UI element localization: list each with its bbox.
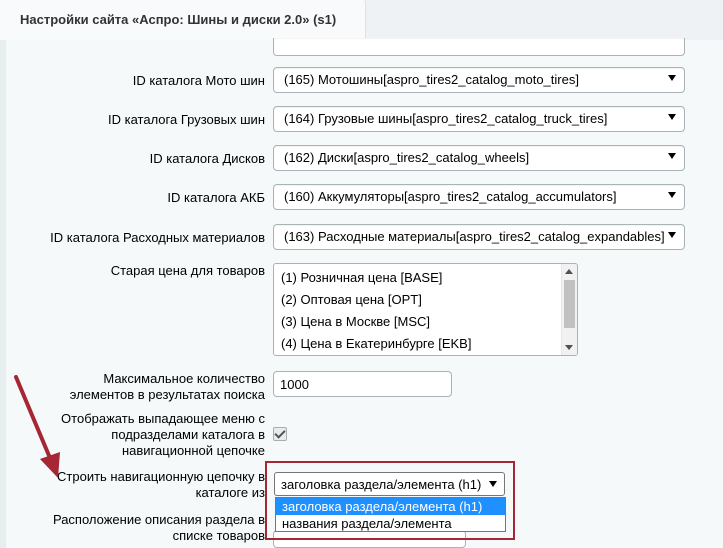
chevron-down-icon xyxy=(668,75,676,81)
scrollbar-thumb[interactable] xyxy=(564,280,575,328)
label-truck-catalog: ID каталога Грузовых шин xyxy=(108,112,265,127)
chevron-down-icon xyxy=(668,232,676,238)
tab-title: Настройки сайта «Аспро: Шины и диски 2.0… xyxy=(20,12,337,27)
dropdown-option[interactable]: названия раздела/элемента xyxy=(276,515,505,532)
chevron-down-icon xyxy=(668,192,676,198)
chevron-down-icon xyxy=(489,481,497,487)
label-line: списке товаров xyxy=(172,528,265,543)
label-line: навигационной цепочке xyxy=(121,443,265,458)
select-akb-catalog[interactable]: (160) Аккумуляторы[aspro_tires2_catalog_… xyxy=(273,184,685,210)
dropdown-menu-checkbox[interactable] xyxy=(273,427,287,441)
breadcrumb-source-select[interactable]: заголовка раздела/элемента (h1) xyxy=(274,472,505,496)
label-line: Максимальное количество xyxy=(103,371,265,386)
label-akb-catalog: ID каталога АКБ xyxy=(167,190,265,205)
scrollbar[interactable] xyxy=(561,264,577,355)
label-dropdown-menu: Отображать выпадающее меню с подразделам… xyxy=(35,411,265,459)
label-line: подразделами каталога в xyxy=(111,427,265,442)
select-truck-catalog[interactable]: (164) Грузовые шины[aspro_tires2_catalog… xyxy=(273,106,685,132)
hidden-top-select[interactable] xyxy=(273,38,685,56)
label-line: Строить навигационную цепочку в xyxy=(57,469,265,484)
select-truck-value: (164) Грузовые шины[aspro_tires2_catalog… xyxy=(284,111,608,126)
max-results-input[interactable]: 1000 xyxy=(273,371,452,397)
label-old-price: Старая цена для товаров xyxy=(110,263,265,278)
label-line: каталоге из xyxy=(195,485,265,500)
select-wheels-value: (162) Диски[aspro_tires2_catalog_wheels] xyxy=(284,150,530,165)
list-option[interactable]: (2) Оптовая цена [OPT] xyxy=(281,292,422,307)
select-expendables-value: (163) Расходные материалы[aspro_tires2_c… xyxy=(284,229,665,244)
label-line: элементов в результатах поиска xyxy=(69,387,265,402)
tab-bar: Настройки сайта «Аспро: Шины и диски 2.0… xyxy=(0,0,723,40)
breadcrumb-source-value: заголовка раздела/элемента (h1) xyxy=(281,477,482,492)
select-moto-value: (165) Мотошины[aspro_tires2_catalog_moto… xyxy=(284,72,579,87)
chevron-down-icon xyxy=(668,114,676,120)
label-expendables-catalog: ID каталога Расходных материалов xyxy=(50,230,265,245)
chevron-down-icon xyxy=(668,153,676,159)
label-line: Расположение описания раздела в xyxy=(52,512,265,527)
scroll-up-icon[interactable] xyxy=(565,269,573,274)
list-option[interactable]: (1) Розничная цена [BASE] xyxy=(281,270,442,285)
label-moto-catalog: ID каталога Мото шин xyxy=(132,73,265,88)
label-section-description: Расположение описания раздела в списке т… xyxy=(35,512,265,544)
dropdown-option-selected[interactable]: заголовка раздела/элемента (h1) xyxy=(276,498,505,515)
select-akb-value: (160) Аккумуляторы[aspro_tires2_catalog_… xyxy=(284,189,617,204)
select-expendables-catalog[interactable]: (163) Расходные материалы[aspro_tires2_c… xyxy=(273,224,685,250)
label-wheels-catalog: ID каталога Дисков xyxy=(149,151,265,166)
left-strip xyxy=(0,40,6,548)
select-wheels-catalog[interactable]: (162) Диски[aspro_tires2_catalog_wheels] xyxy=(273,145,685,171)
tab-site-settings[interactable]: Настройки сайта «Аспро: Шины и диски 2.0… xyxy=(0,0,366,40)
old-price-listbox[interactable]: (1) Розничная цена [BASE] (2) Оптовая це… xyxy=(273,263,578,356)
scroll-down-icon[interactable] xyxy=(565,345,573,350)
label-max-results: Максимальное количество элементов в резу… xyxy=(45,371,265,403)
select-moto-catalog[interactable]: (165) Мотошины[aspro_tires2_catalog_moto… xyxy=(273,67,685,93)
label-breadcrumb-source: Строить навигационную цепочку в каталоге… xyxy=(35,469,265,501)
list-option[interactable]: (3) Цена в Москве [MSC] xyxy=(281,314,430,329)
label-line: Отображать выпадающее меню с xyxy=(61,411,265,426)
breadcrumb-source-options: заголовка раздела/элемента (h1) названия… xyxy=(275,497,506,532)
list-option[interactable]: (4) Цена в Екатеринбурге [EKB] xyxy=(281,336,471,351)
